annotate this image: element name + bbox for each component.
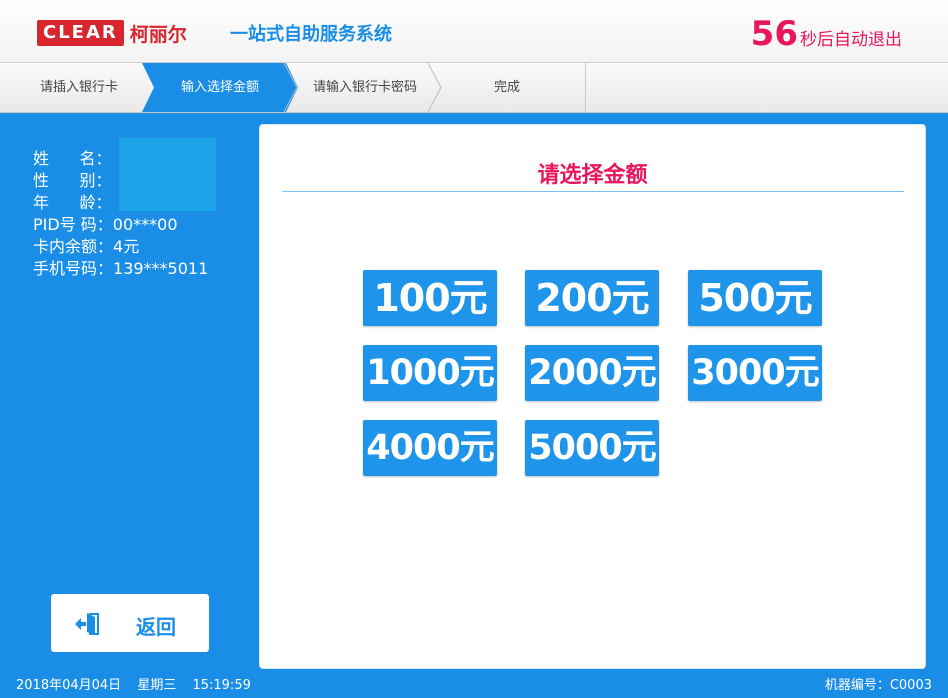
amount-button-4000[interactable]: 4000元 <box>363 420 497 476</box>
privacy-mask <box>119 138 216 211</box>
amount-button-500[interactable]: 500元 <box>688 270 822 326</box>
machine-number: 机器编号：C0003 <box>824 678 932 693</box>
pid-value: 00***00 <box>112 215 178 234</box>
panel-title: 请选择金额 <box>537 163 648 188</box>
info-pid-row: PID号 码： 00***00 <box>33 214 208 236</box>
step-separator <box>284 63 298 112</box>
phone-label: 手机号码： <box>33 259 114 278</box>
balance-label: 卡内余额： <box>33 237 114 256</box>
step-enter-pin: 请输入银行卡密码 <box>312 80 417 95</box>
gender-label: 性 别： <box>33 171 112 190</box>
step-select-amount: 输入选择金额 <box>142 63 298 112</box>
age-label: 年 龄： <box>33 193 112 212</box>
amount-button-100[interactable]: 100元 <box>363 270 497 326</box>
footer-date: 2018年04月04日 <box>16 678 122 693</box>
phone-value: 139***5011 <box>113 259 209 278</box>
back-label: 返回 <box>136 615 176 639</box>
system-title: 一站式自助服务系统 <box>230 24 392 45</box>
footer-weekday: 星期三 <box>137 678 177 693</box>
header-bar: CLEAR 柯丽尔 一站式自助服务系统 56 秒后自动退出 <box>0 0 948 63</box>
footer-datetime: 2018年04月04日 星期三 15:19:59 <box>16 674 263 693</box>
info-phone-row: 手机号码： 139***5011 <box>33 258 208 280</box>
logo-text: CLEAR <box>37 20 124 46</box>
amount-button-3000[interactable]: 3000元 <box>688 345 822 401</box>
steps-divider <box>585 63 586 112</box>
amount-button-5000[interactable]: 5000元 <box>525 420 659 476</box>
exit-door-icon <box>75 613 99 635</box>
back-button[interactable]: 返回 <box>51 594 209 652</box>
info-balance-row: 卡内余额： 4元 <box>33 236 208 258</box>
countdown-number: 56 <box>750 14 798 54</box>
countdown-text: 秒后自动退出 <box>800 30 902 50</box>
amount-panel: 请选择金额 100元 200元 500元 1000元 2000元 3000元 4… <box>259 124 926 669</box>
amount-button-200[interactable]: 200元 <box>525 270 659 326</box>
pid-label: PID号 码： <box>33 215 113 234</box>
name-label: 姓 名： <box>33 149 112 168</box>
balance-value: 4元 <box>113 237 140 256</box>
footer-time: 15:19:59 <box>192 678 251 693</box>
step-complete: 完成 <box>493 80 520 95</box>
amount-button-1000[interactable]: 1000元 <box>363 345 497 401</box>
title-divider <box>282 191 904 192</box>
logo-cn-text: 柯丽尔 <box>129 23 187 46</box>
progress-steps: 请插入银行卡 输入选择金额 请输入银行卡密码 完成 <box>0 63 948 113</box>
auto-exit-countdown: 56 秒后自动退出 <box>751 14 902 54</box>
amount-button-2000[interactable]: 2000元 <box>525 345 659 401</box>
step-insert-card: 请插入银行卡 <box>39 80 118 95</box>
brand-logo: CLEAR 柯丽尔 <box>37 20 187 46</box>
